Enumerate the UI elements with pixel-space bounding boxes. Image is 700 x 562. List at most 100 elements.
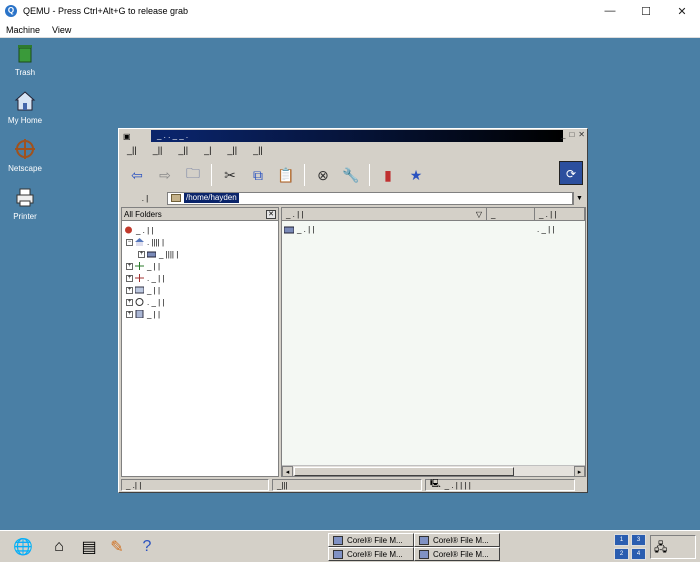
status-size: _|||	[272, 479, 422, 491]
delete-button[interactable]: ⊗	[311, 163, 335, 187]
tree-item[interactable]: +. _ | |	[126, 272, 165, 284]
minimize-button[interactable]: —	[592, 0, 628, 22]
tree-item[interactable]: + _ |||| |	[138, 248, 178, 260]
cut-button[interactable]: ✂	[218, 163, 242, 187]
file-manager-window: ▣ _ . . _ _ . _ □ ✕ _|| _|| _|| _| _|| _…	[118, 128, 588, 493]
picture-folder-icon	[135, 286, 144, 294]
paste-button[interactable]: 📋	[274, 163, 298, 187]
task-button[interactable]: Corel® File M...	[414, 547, 500, 561]
tree-item[interactable]: + _ | |	[126, 308, 160, 320]
forward-button[interactable]: ⇨	[153, 163, 177, 187]
desktop-icon-printer[interactable]: Printer	[0, 186, 50, 221]
bookmark-button[interactable]: ★	[404, 163, 428, 187]
status-objects: _ .| |	[121, 479, 269, 491]
tree-item[interactable]: _ . | |	[124, 224, 154, 236]
scroll-right-button[interactable]: ▸	[574, 466, 585, 477]
tree-close-button[interactable]: ✕	[266, 209, 276, 219]
terminal-icon: ▤	[81, 539, 97, 556]
home-folder-icon	[135, 238, 144, 246]
fm-menu-item[interactable]: _||	[127, 145, 137, 155]
menu-view[interactable]: View	[52, 25, 71, 35]
back-button[interactable]: ⇦	[125, 163, 149, 187]
tree-item[interactable]: −. |||| |	[126, 236, 164, 248]
launch-terminal-button[interactable]: ▤	[76, 534, 102, 560]
fm-close-button[interactable]: ✕	[578, 130, 585, 139]
launch-home-button[interactable]: ⌂	[46, 534, 72, 560]
tree-expander[interactable]: +	[126, 286, 133, 294]
network-icon	[135, 274, 144, 282]
copy-button[interactable]: ⧉	[246, 163, 270, 187]
column-header-name[interactable]: _ . | | ▽	[282, 208, 487, 220]
file-manager-icon	[333, 535, 343, 545]
list-header: _ . | | ▽ _ _ . | |	[282, 208, 585, 221]
fm-menu-item[interactable]: _|	[204, 145, 211, 155]
host-title-bar: Q QEMU - Press Ctrl+Alt+G to release gra…	[0, 0, 700, 22]
fm-toolbar: ⇦ ⇨ 🗀 ✂ ⧉ 📋 ⊗ 🔧 ▮ ★	[125, 161, 583, 189]
start-button[interactable]: 🌐	[10, 534, 36, 560]
properties-button[interactable]: 🔧	[339, 163, 363, 187]
fm-menu-item[interactable]: _||	[153, 145, 163, 155]
scissors-icon: ✂	[224, 166, 236, 183]
printer-icon	[16, 188, 34, 207]
location-path[interactable]: /home/hayden	[184, 193, 239, 203]
computer-icon: 🖳	[430, 479, 441, 488]
paste-icon: 📋	[277, 166, 295, 183]
launch-editor-button[interactable]: ✎	[104, 534, 130, 560]
status-bar: _ .| | _||| 🖳 _ . | | | |	[121, 479, 585, 491]
pencil-icon: ✎	[110, 539, 124, 556]
fm-menu-item[interactable]: _||	[253, 145, 263, 155]
tree-expander[interactable]: +	[126, 298, 133, 306]
close-button[interactable]: ✕	[664, 0, 700, 22]
stop-button[interactable]: ▮	[376, 163, 400, 187]
pager-desktop[interactable]: 1	[614, 534, 629, 546]
task-button[interactable]: Corel® File M...	[328, 547, 414, 561]
fm-menu-item[interactable]: _||	[178, 145, 188, 155]
desktop-icon-trash[interactable]: Trash	[0, 42, 50, 77]
desktop-icon-netscape[interactable]: Netscape	[0, 138, 50, 173]
qemu-logo-icon: Q	[5, 5, 17, 17]
location-input[interactable]: /home/hayden	[167, 191, 573, 205]
tree-expander[interactable]: +	[138, 250, 145, 258]
pager-desktop[interactable]: 4	[631, 548, 646, 560]
help-button[interactable]: ?	[134, 534, 160, 560]
fm-title-bar[interactable]: ▣ _ . . _ _ . _ □ ✕	[121, 130, 585, 142]
task-button[interactable]: Corel® File M...	[328, 533, 414, 547]
tree-item[interactable]: + _ | |	[126, 284, 160, 296]
fm-menu-item[interactable]: _||	[227, 145, 237, 155]
fm-minimize-button[interactable]: _	[561, 130, 565, 139]
up-folder-icon: 🗀	[186, 165, 200, 181]
up-folder-button[interactable]: 🗀	[181, 163, 205, 187]
pager-desktop[interactable]: 2	[614, 548, 629, 560]
system-tray: 🖧	[650, 535, 696, 559]
document-folder-icon	[135, 310, 144, 318]
task-button[interactable]: Corel® File M...	[414, 533, 500, 547]
location-dropdown-button[interactable]: ▼	[573, 191, 585, 205]
column-header-size[interactable]: _	[487, 208, 535, 220]
tree-item[interactable]: +. _ | |	[126, 296, 165, 308]
tree-expander[interactable]: +	[126, 274, 133, 282]
desktop-icon-home[interactable]: My Home	[0, 90, 50, 125]
scroll-left-button[interactable]: ◂	[282, 466, 293, 477]
tree-expander[interactable]: −	[126, 238, 133, 246]
status-location: 🖳 _ . | | | |	[425, 479, 575, 491]
file-manager-icon	[333, 549, 343, 559]
tree-expander[interactable]: +	[126, 262, 133, 270]
horizontal-scrollbar[interactable]: ◂ ▸	[282, 465, 585, 477]
netscape-icon	[15, 139, 35, 159]
toolbar-separator	[369, 164, 370, 186]
back-arrow-icon: ⇦	[131, 166, 143, 183]
drive-icon	[284, 226, 294, 233]
pager-desktop[interactable]: 3	[631, 534, 646, 546]
scrollbar-thumb[interactable]	[294, 467, 514, 476]
network-tray-icon[interactable]: 🖧	[654, 540, 667, 554]
tree-expander[interactable]: +	[126, 310, 133, 318]
desktop-pager: 1 3 2 4	[614, 534, 646, 560]
fm-window-icon: ▣	[123, 131, 131, 141]
maximize-button[interactable]: ☐	[628, 0, 664, 22]
list-item[interactable]: _ . | | . _ | |	[284, 224, 584, 235]
fm-maximize-button[interactable]: □	[569, 130, 574, 139]
column-header-type[interactable]: _ . | |	[535, 208, 585, 220]
menu-machine[interactable]: Machine	[6, 25, 40, 35]
tree-item[interactable]: + _ | |	[126, 260, 160, 272]
home-icon: ⌂	[54, 538, 64, 555]
